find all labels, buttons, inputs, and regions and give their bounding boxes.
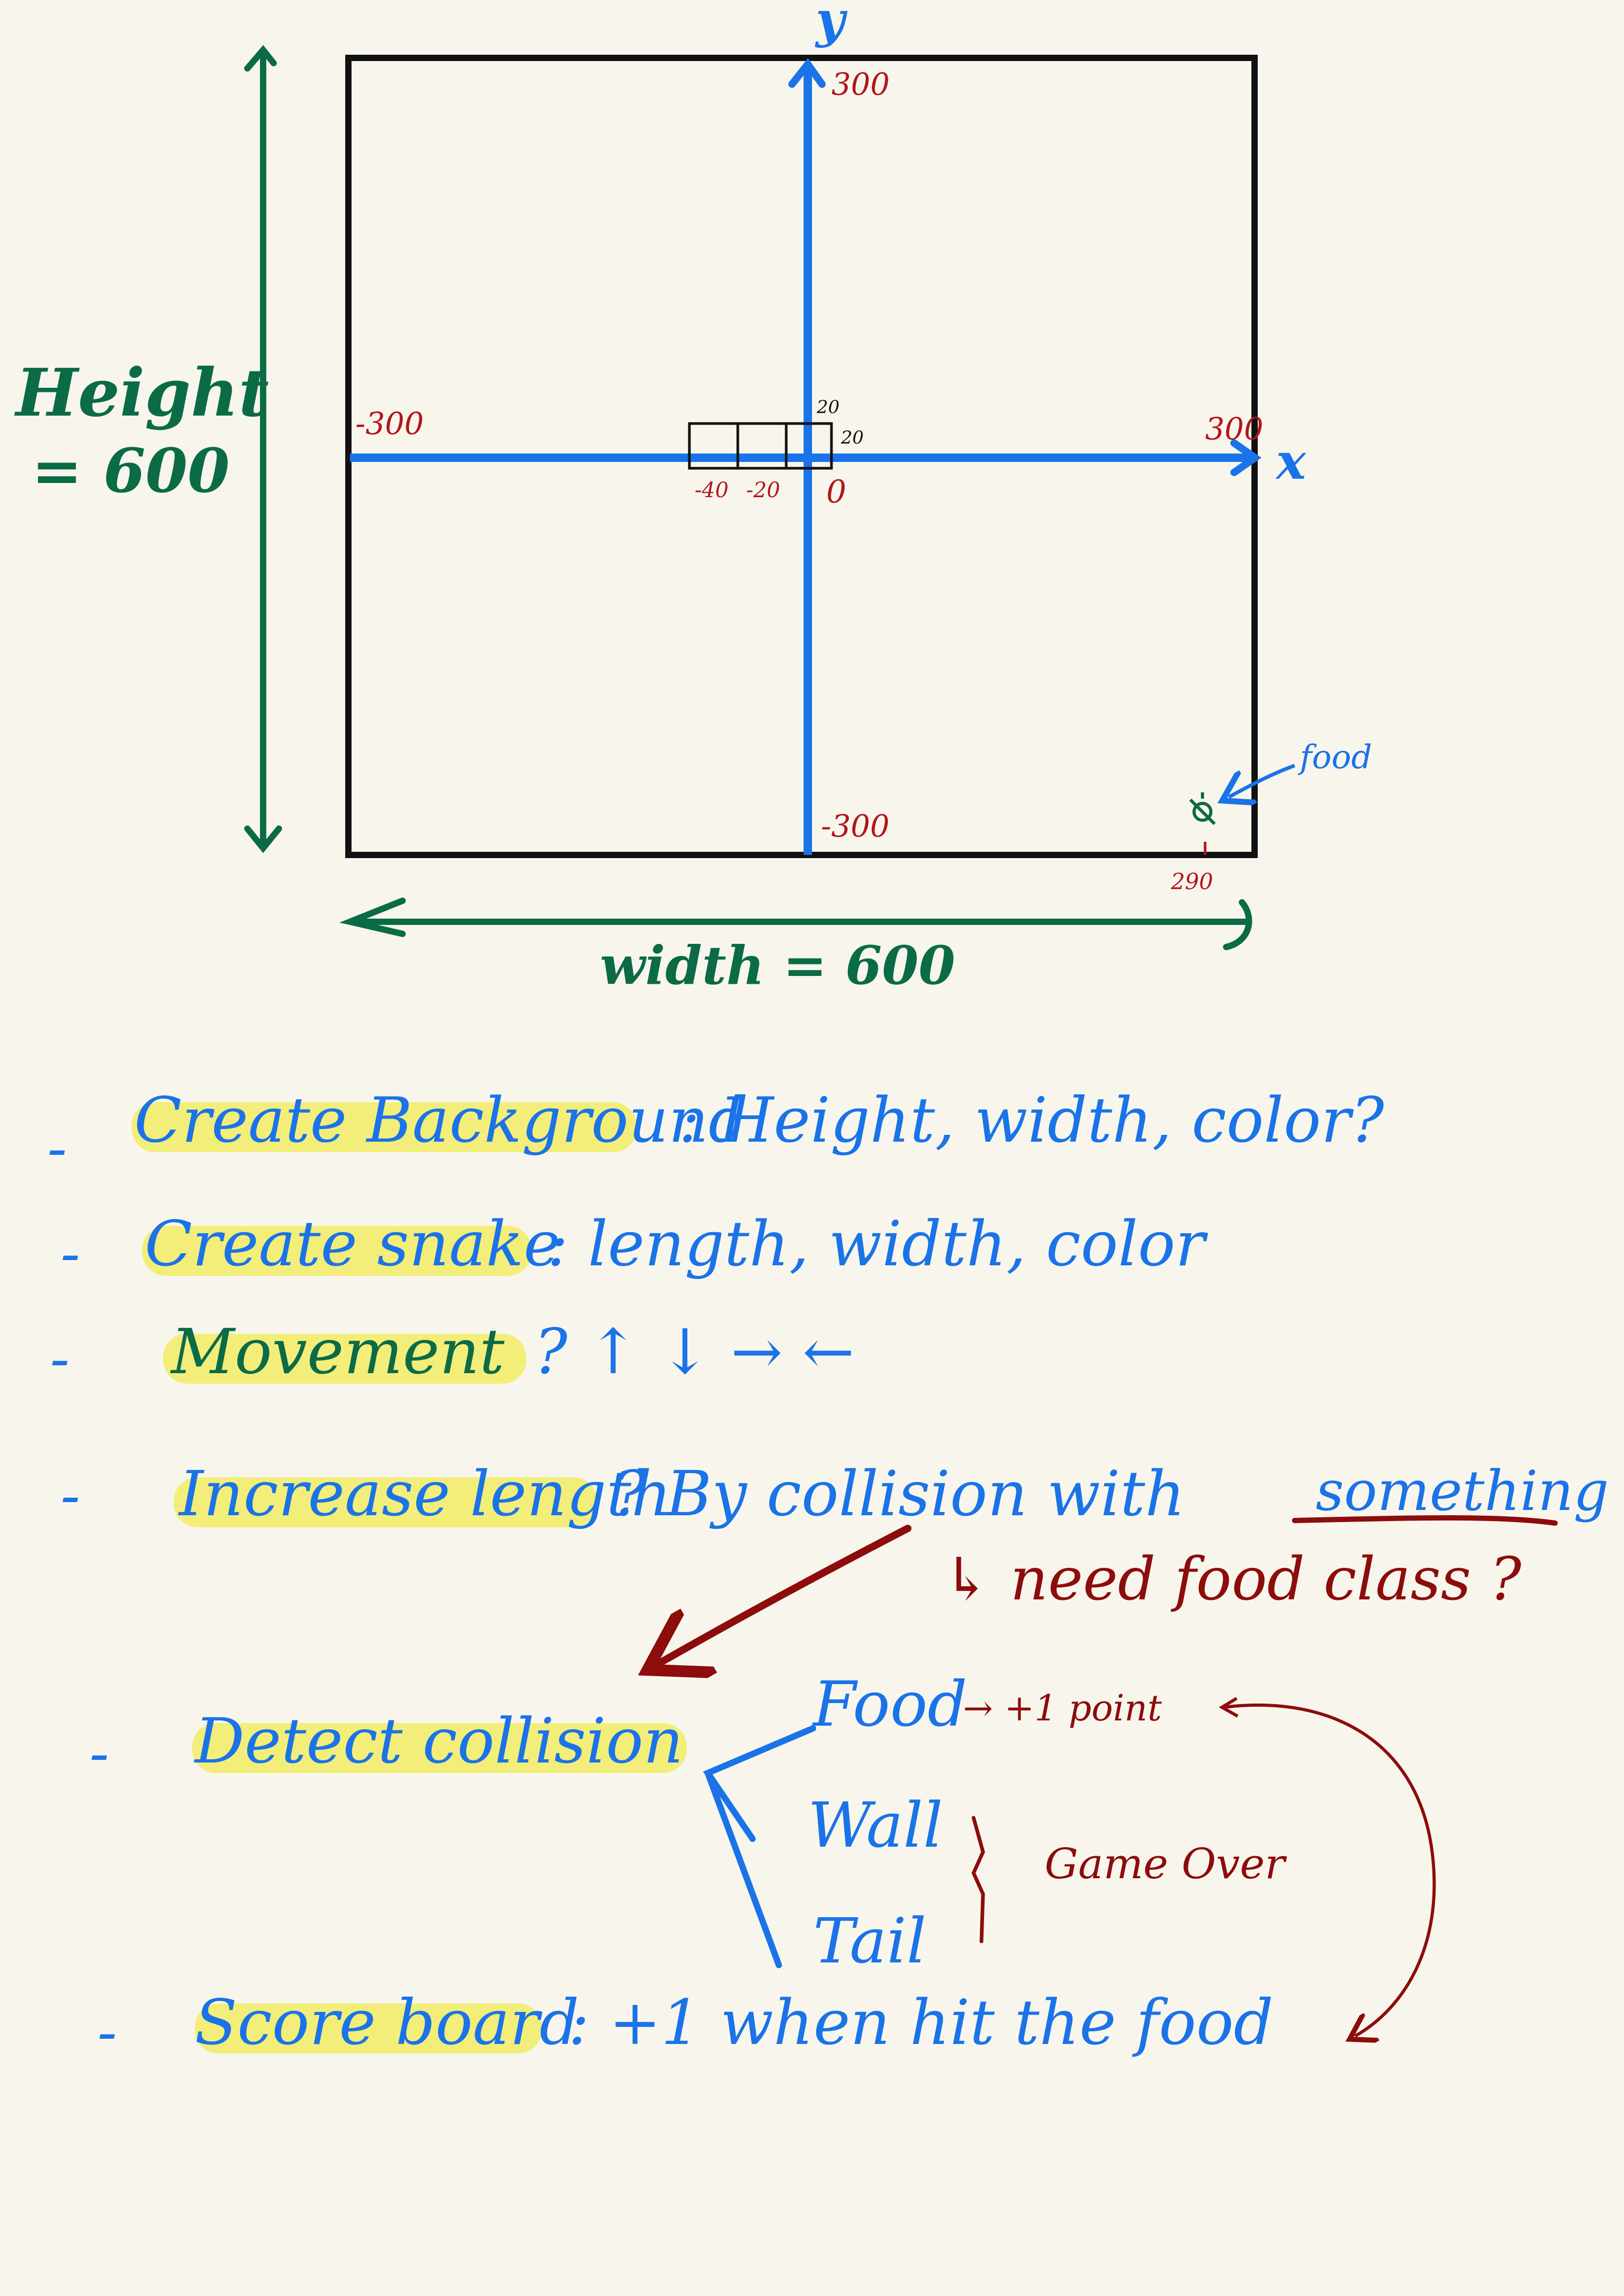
x-left-value: -300 (355, 406, 424, 441)
note-score-rest: : +1 when hit the food (568, 1986, 1274, 2059)
note-movement-rest: ? ↑ ↓ → ← (534, 1315, 855, 1388)
food-label: food (1298, 738, 1372, 776)
notebook-canvas: Height = 600 y x 300 -300 -300 300 20 20… (14, 0, 1609, 2066)
height-label-line1: Height (14, 355, 269, 431)
height-label-line2: = 600 (32, 436, 229, 507)
note-game-over: Game Over (1045, 1839, 1287, 1888)
height-arrow (244, 45, 282, 853)
note-increase-rest: ? By collision with (613, 1457, 1185, 1530)
width-label: width = 600 (600, 934, 955, 996)
bullet-dash-4: - (61, 1462, 80, 1529)
note-score-highlight: Score board (195, 1986, 579, 2059)
segment-neg20-label: -20 (746, 478, 780, 502)
branch-tail: Tail (813, 1905, 926, 1977)
increase-to-detect-arrow (660, 1525, 911, 1663)
note-increase-underlined: something (1316, 1459, 1609, 1523)
bullet-dash-1: - (47, 1114, 67, 1182)
note-background-highlight: Create Background (134, 1084, 748, 1156)
axis-y-label: y (815, 0, 848, 49)
food-icon (1189, 792, 1216, 825)
note-plus-one-point: → +1 point (963, 1688, 1162, 1729)
axis-x-label: x (1275, 432, 1307, 491)
y-bottom-value: -300 (821, 808, 889, 844)
origin-label: 0 (826, 474, 846, 510)
notes-section: - - - - - - Create Background : Height, … (47, 1084, 1609, 2066)
x-right-value: 300 (1205, 411, 1264, 447)
note-increase-highlight: Increase length (178, 1457, 671, 1530)
note-detect-collision: Detect collision (194, 1705, 683, 1777)
food-coord: 290 (1170, 869, 1213, 894)
coordinate-diagram: Height = 600 y x 300 -300 -300 300 20 20… (14, 0, 1372, 996)
segment-side-size: 20 (840, 427, 864, 448)
note-movement-highlight: Movement (170, 1315, 505, 1388)
bullet-dash-6: - (97, 1998, 117, 2066)
branch-food: Food (812, 1668, 967, 1740)
wall-tail-brace (971, 1816, 985, 1943)
note-food-class: ↳ need food class ? (942, 1545, 1522, 1614)
note-snake-rest: : length, width, color (547, 1207, 1208, 1280)
note-snake-highlight: Create snake (145, 1207, 560, 1280)
segment-neg40-label: -40 (695, 478, 728, 502)
bullet-dash-5: - (89, 1719, 109, 1787)
bullet-dash-3: - (50, 1325, 69, 1392)
y-top-value: 300 (831, 66, 890, 102)
branch-wall: Wall (808, 1789, 943, 1861)
note-background-rest: : Height, width, color? (679, 1084, 1385, 1156)
branch-lines (703, 1725, 816, 1968)
bullet-dash-2: - (61, 1220, 80, 1287)
food-pointer-arrow (1229, 763, 1296, 797)
segment-top-size: 20 (816, 397, 839, 418)
